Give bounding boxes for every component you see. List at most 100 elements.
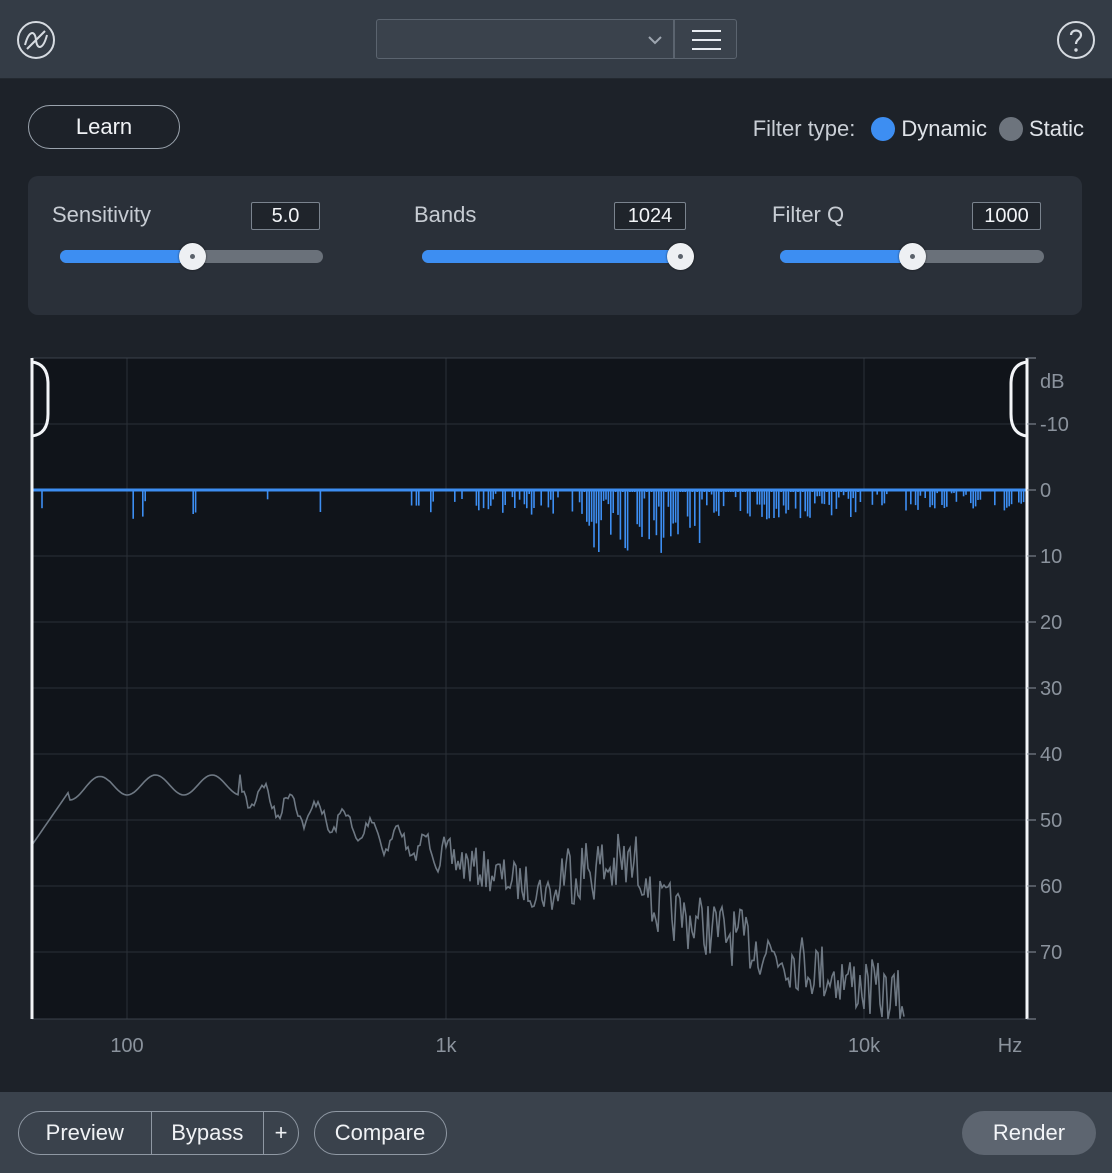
hamburger-menu-button[interactable] — [674, 19, 737, 59]
izotope-logo-icon[interactable] — [16, 20, 56, 60]
compare-button[interactable]: Compare — [315, 1112, 445, 1154]
gain-reduction-bar — [132, 490, 134, 519]
gain-reduction-bar — [593, 490, 595, 548]
bands-slider[interactable] — [422, 243, 694, 270]
gain-reduction-bar — [1022, 490, 1025, 503]
bands-slider-handle[interactable] — [667, 243, 694, 270]
gain-reduction-bar — [319, 490, 322, 512]
filter-q-slider-handle[interactable] — [899, 243, 926, 270]
sensitivity-slider-handle[interactable] — [178, 243, 206, 270]
bands-label: Bands — [414, 202, 477, 227]
frequency-tick-label: 10k — [848, 1035, 881, 1057]
gain-reduction-bar — [410, 490, 413, 506]
gain-reduction-bar — [809, 490, 811, 518]
sensitivity-slider[interactable] — [60, 243, 323, 270]
gain-reduction-bar — [1008, 490, 1010, 507]
gain-reduction-bar — [571, 490, 574, 512]
gain-reduction-bar — [192, 490, 194, 514]
bands-value-field[interactable]: 1024 — [614, 202, 686, 230]
gain-reduction-bar — [482, 490, 485, 509]
add-bypass-button[interactable]: + — [263, 1112, 298, 1154]
gain-reduction-bar — [835, 490, 838, 509]
db-tick-label: 30 — [1040, 678, 1062, 700]
gain-reduction-bar — [475, 490, 478, 506]
gain-reduction-bar — [871, 490, 874, 505]
gain-reduction-bar — [854, 490, 857, 513]
gain-reduction-bar — [941, 490, 943, 505]
gain-reduction-bar — [910, 490, 912, 505]
gain-reduction-bar — [782, 490, 785, 506]
gain-reduction-bar — [931, 490, 934, 506]
gain-reduction-bar — [972, 490, 974, 509]
gain-reduction-bar — [850, 490, 852, 517]
help-icon[interactable] — [1056, 20, 1096, 60]
gain-reduction-bar — [619, 490, 622, 540]
dynamic-option-label[interactable]: Dynamic — [901, 116, 987, 142]
top-bar — [0, 0, 1112, 79]
gain-reduction-bar — [598, 490, 600, 552]
gain-reduction-bar — [905, 490, 907, 511]
preview-bypass-group: Preview Bypass + — [18, 1111, 299, 1155]
filter-type-selector: Filter type: Dynamic Static — [753, 116, 1084, 142]
gain-reduction-bar — [881, 490, 883, 506]
db-axis: dB -10 0 10 20 30 40 50 60 70 — [1027, 357, 1069, 1020]
gain-reduction-bar — [602, 490, 605, 501]
preview-button[interactable]: Preview — [19, 1112, 151, 1154]
gain-reduction-bar — [595, 490, 598, 524]
gain-reduction-bar — [547, 490, 550, 508]
gain-reduction-bar — [929, 490, 931, 508]
gain-reduction-bar — [653, 490, 655, 521]
footer-bar: Preview Bypass + Compare Render — [0, 1092, 1112, 1173]
db-tick-label: 20 — [1040, 612, 1062, 634]
bypass-button[interactable]: Bypass — [150, 1112, 264, 1154]
gain-reduction-bar — [194, 490, 197, 513]
gain-reduction-bar — [586, 490, 588, 522]
gain-reduction-bar — [739, 490, 742, 511]
gain-reduction-bar — [698, 490, 701, 543]
gain-reduction-bar — [917, 490, 919, 510]
static-option-label[interactable]: Static — [1029, 116, 1084, 142]
learn-button[interactable]: Learn — [28, 105, 180, 149]
gain-reduction-bar — [785, 490, 787, 514]
gain-reduction-bar — [746, 490, 749, 514]
gain-reduction-bar — [626, 490, 629, 551]
gain-reduction-bar — [41, 490, 43, 509]
static-radio[interactable] — [998, 117, 1023, 141]
gain-reduction-bar — [974, 490, 977, 507]
gain-reduction-bar — [490, 490, 492, 506]
spectrum-graph[interactable]: dB -10 0 10 20 30 40 50 60 70 100 1k 10k Hz — [0, 345, 1112, 1065]
dynamic-radio[interactable] — [871, 117, 896, 141]
gain-reduction-bar — [641, 490, 643, 537]
gain-reduction-bar — [624, 490, 626, 549]
filter-q-slider[interactable] — [780, 243, 1044, 270]
gain-reduction-bar — [677, 490, 679, 535]
gain-reduction-bar — [418, 490, 420, 506]
gain-reduction-bar — [502, 490, 504, 513]
gain-reduction-bar — [689, 490, 691, 528]
gain-reduction-bar — [533, 490, 535, 508]
filter-q-value-field[interactable]: 1000 — [972, 202, 1041, 230]
gain-reduction-bar — [946, 490, 948, 507]
gain-reduction-bar — [540, 490, 542, 506]
filter-q-label: Filter Q — [772, 202, 845, 227]
render-button[interactable]: Render — [962, 1111, 1096, 1155]
preset-dropdown[interactable] — [376, 19, 674, 59]
gain-reduction-bar — [713, 490, 715, 513]
gain-reduction-bar — [970, 490, 972, 504]
db-tick-label: 0 — [1040, 480, 1051, 502]
db-tick-label: 10 — [1040, 546, 1062, 568]
gain-reduction-bar — [636, 490, 638, 525]
gain-reduction-bar — [530, 490, 533, 515]
sensitivity-value-field[interactable]: 5.0 — [251, 202, 320, 230]
gain-reduction-bar — [799, 490, 802, 519]
gain-reduction-bar — [761, 490, 763, 517]
gain-reduction-bar — [794, 490, 797, 509]
gain-reduction-bar — [578, 490, 581, 503]
gain-reduction-bar — [590, 490, 593, 522]
gain-reduction-bar — [670, 490, 672, 537]
gain-reduction-bar — [581, 490, 583, 514]
gain-reduction-bar — [672, 490, 674, 524]
gain-reduction-bar — [1003, 490, 1006, 511]
gain-reduction-bar — [432, 490, 434, 502]
gain-reduction-bar — [415, 490, 418, 506]
